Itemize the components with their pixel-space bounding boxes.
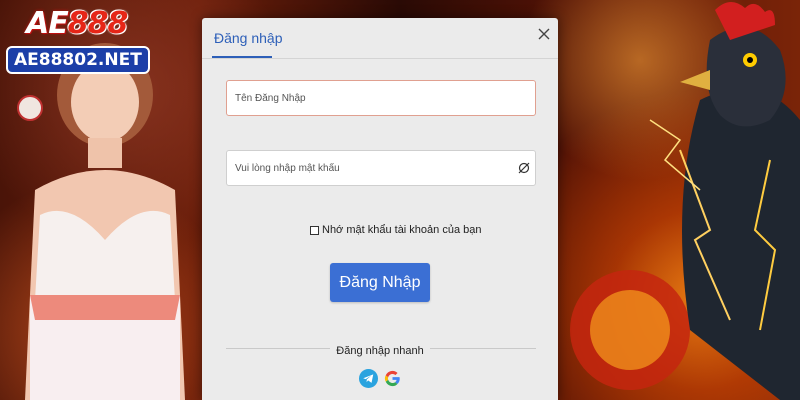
password-input[interactable]: [226, 150, 536, 186]
close-icon[interactable]: [536, 26, 552, 42]
login-dialog: Đăng nhập Nhớ mật khẩu tài khoản của bạn…: [202, 18, 558, 400]
promo-rooster-image: [570, 1, 800, 400]
logo-mark: AE888: [26, 6, 128, 41]
remember-label: Nhớ mật khẩu tài khoản của bạn: [322, 224, 482, 236]
quick-login-heading: Đăng nhập nhanh: [202, 341, 558, 359]
domain-badge: AE88802.NET: [6, 46, 150, 74]
telegram-icon[interactable]: [359, 369, 378, 388]
username-input[interactable]: [226, 80, 536, 116]
login-button[interactable]: Đăng Nhập: [330, 263, 430, 302]
promo-model-image: [17, 43, 185, 400]
eye-off-icon[interactable]: [517, 161, 531, 175]
active-tab-indicator: [212, 56, 272, 58]
google-icon[interactable]: [383, 369, 402, 388]
brand-logo[interactable]: AE888 AE88802.NET: [6, 6, 156, 74]
dialog-header: Đăng nhập: [202, 18, 558, 59]
tab-login[interactable]: Đăng nhập: [214, 30, 283, 46]
remember-password-checkbox[interactable]: Nhớ mật khẩu tài khoản của bạn: [310, 224, 481, 236]
checkbox-box[interactable]: [310, 225, 319, 235]
